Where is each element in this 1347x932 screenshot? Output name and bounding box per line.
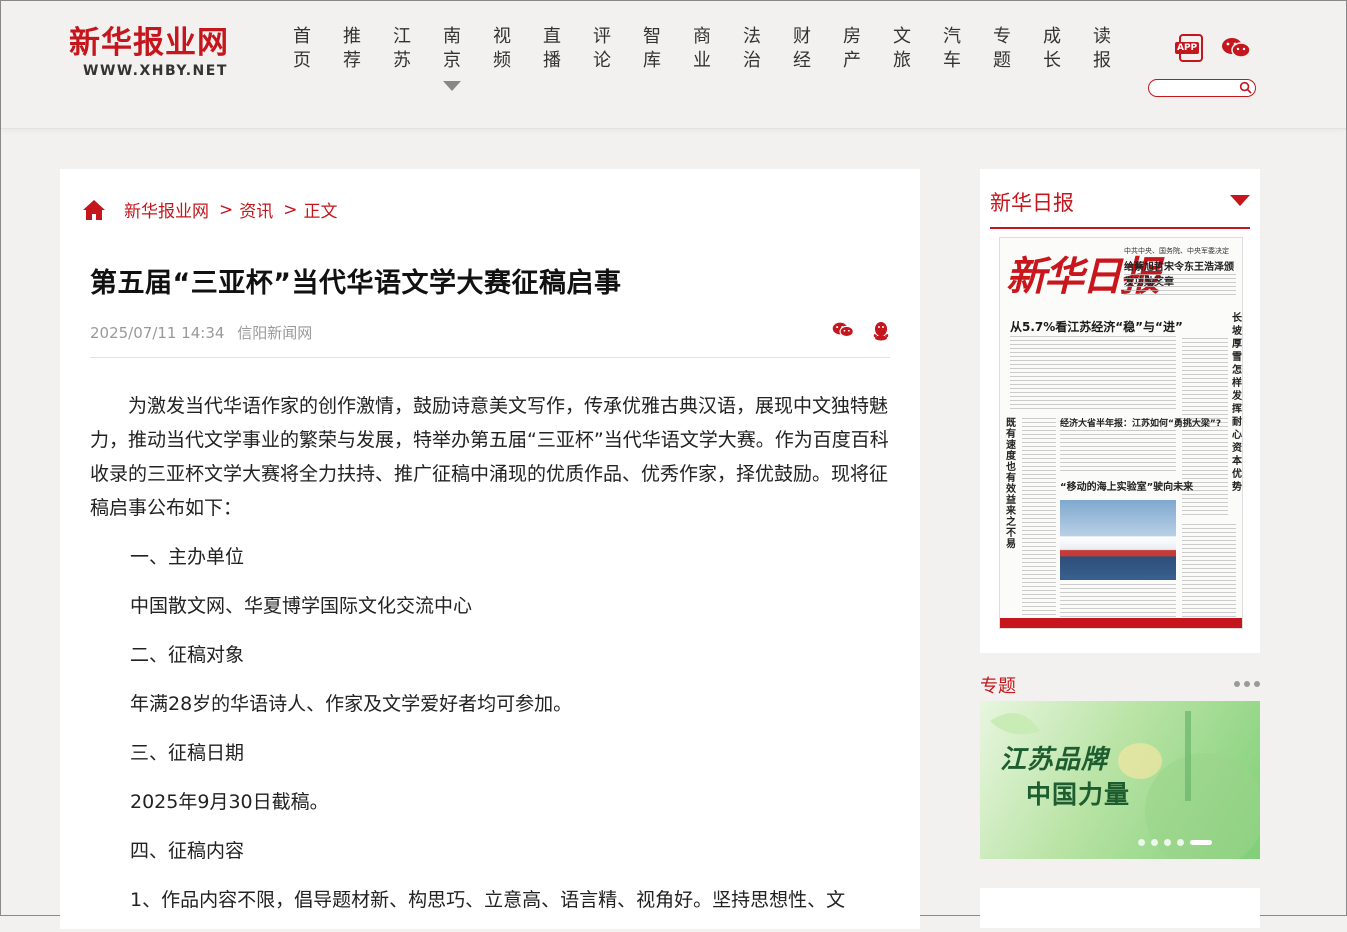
nav-item-topics[interactable]: 专题 xyxy=(977,25,1027,73)
more-icon[interactable] xyxy=(1234,681,1260,687)
nav-item-growth[interactable]: 成长 xyxy=(1027,25,1077,73)
nav-item-auto[interactable]: 汽车 xyxy=(927,25,977,73)
section-heading: 二、征稿对象 xyxy=(130,644,245,666)
search-input[interactable] xyxy=(1148,79,1256,97)
paper-ship-photo xyxy=(1060,500,1176,580)
epaper-title[interactable]: 新华日报 xyxy=(990,187,1074,217)
article-paragraph: 1、作品内容不限，倡导题材新、构思巧、立意高、语言精、视角好。坚持思想性、文 xyxy=(130,889,846,911)
home-icon[interactable] xyxy=(82,199,106,221)
share-wechat-icon[interactable] xyxy=(832,321,854,339)
header-icons: APP xyxy=(1175,34,1251,62)
nav-item-culture-tourism[interactable]: 文旅 xyxy=(877,25,927,73)
nav-item-business[interactable]: 商业 xyxy=(677,25,727,73)
main-nav: 首页 推荐 江苏 南京 视频 直播 评论 智库 商业 法治 财经 房产 文旅 汽… xyxy=(277,25,1127,91)
article-paragraph: 中国散文网、华夏博学国际文化交流中心 xyxy=(130,595,473,617)
site-logo[interactable]: 新华报业网 WWW.XHBY.NET xyxy=(69,25,249,79)
article-paragraph: 2025年9月30日截稿。 xyxy=(130,791,329,813)
breadcrumb: 新华报业网 > 资讯 > 正文 xyxy=(82,197,338,222)
banner-pagination[interactable] xyxy=(1138,839,1212,846)
nav-item-jiangsu[interactable]: 江苏 xyxy=(377,25,427,73)
nav-item-thinktank[interactable]: 智库 xyxy=(627,25,677,73)
banner-line-2: 中国力量 xyxy=(1026,780,1131,809)
paper-left-vertical-head: 既有速度也有效益来之不易 xyxy=(1006,418,1016,550)
sidebar-next-panel xyxy=(980,888,1260,928)
section-heading: 四、征稿内容 xyxy=(130,840,245,862)
section-heading: 一、主办单位 xyxy=(130,546,245,568)
paper-ship-headline: “移动的海上实验室”驶向未来 xyxy=(1060,482,1194,493)
paper-right-column-head: 长坡厚雪怎样发挥耐心资本优势? xyxy=(1232,313,1242,493)
article-meta: 2025/07/11 14:34 信阳新闻网 xyxy=(90,322,312,343)
article-title: 第五届“三亚杯”当代华语文学大赛征稿启事 xyxy=(90,268,622,299)
breadcrumb-separator: > xyxy=(283,199,298,220)
nav-item-law[interactable]: 法治 xyxy=(727,25,777,73)
breadcrumb-separator: > xyxy=(219,199,234,220)
nav-item-recommend[interactable]: 推荐 xyxy=(327,25,377,73)
nav-item-epaper[interactable]: 读报 xyxy=(1077,25,1127,73)
section-heading: 三、征稿日期 xyxy=(130,742,245,764)
nav-item-home[interactable]: 首页 xyxy=(277,25,327,73)
epaper-panel: 新华日报 新华日报 中共中央、国务院、中央军委决定 给蔡旭哲宋令东王浩泽颁发功勋… xyxy=(980,169,1260,653)
paper-top-line: 中共中央、国务院、中央军委决定 xyxy=(1124,247,1229,255)
banner-line-1: 江苏品牌 xyxy=(1000,745,1109,775)
paper-mid-headline: 经济大省半年报：江苏如何“勇挑大梁”? xyxy=(1060,419,1222,429)
article-body: 为激发当代华语作家的创作激情，鼓励诗意美文写作，传承优雅古典汉语，展现中文独特魅… xyxy=(90,389,890,932)
share-qq-icon[interactable] xyxy=(872,321,890,341)
logo-url: WWW.XHBY.NET xyxy=(83,63,228,79)
topic-banner[interactable]: 江苏品牌 中国力量 xyxy=(980,701,1260,859)
nav-item-live[interactable]: 直播 xyxy=(527,25,577,73)
paper-footer-bar xyxy=(1000,618,1242,628)
publish-date: 2025/07/11 14:34 xyxy=(90,324,225,342)
nav-dropdown-caret-icon[interactable] xyxy=(443,81,461,91)
nav-item-nanjing[interactable]: 南京 xyxy=(427,25,477,91)
epaper-dropdown-icon[interactable] xyxy=(1230,195,1250,206)
wechat-icon[interactable] xyxy=(1221,36,1251,60)
breadcrumb-section[interactable]: 资讯 xyxy=(239,197,273,222)
article-source: 信阳新闻网 xyxy=(237,324,313,342)
site-header: 新华报业网 WWW.XHBY.NET 首页 推荐 江苏 南京 视频 直播 评论 … xyxy=(1,1,1346,129)
article-paragraph: 年满28岁的华语诗人、作家及文学爱好者均可参加。 xyxy=(130,693,573,715)
title-divider xyxy=(90,357,890,358)
breadcrumb-home[interactable]: 新华报业网 xyxy=(124,197,209,222)
epaper-front-page[interactable]: 新华日报 中共中央、国务院、中央军委决定 给蔡旭哲宋令东王浩泽颁发功勋奖章 从5… xyxy=(999,237,1243,629)
nav-item-finance[interactable]: 财经 xyxy=(777,25,827,73)
nav-item-realestate[interactable]: 房产 xyxy=(827,25,877,73)
search-icon[interactable] xyxy=(1239,81,1252,94)
breadcrumb-current: 正文 xyxy=(303,202,338,222)
logo-chinese: 新华报业网 xyxy=(69,25,229,61)
share-buttons xyxy=(832,321,890,341)
nav-item-comment[interactable]: 评论 xyxy=(577,25,627,73)
topics-title[interactable]: 专题 xyxy=(980,672,1016,698)
nav-item-video[interactable]: 视频 xyxy=(477,25,527,73)
paper-headline: 从5.7%看江苏经济“稳”与“进” xyxy=(1010,320,1183,334)
epaper-divider xyxy=(990,227,1250,229)
article-paragraph: 为激发当代华语作家的创作激情，鼓励诗意美文写作，传承优雅古典汉语，展现中文独特魅… xyxy=(90,395,889,519)
app-download-icon[interactable]: APP xyxy=(1175,34,1203,62)
article-card: 新华报业网 > 资讯 > 正文 第五届“三亚杯”当代华语文学大赛征稿启事 202… xyxy=(60,169,920,929)
